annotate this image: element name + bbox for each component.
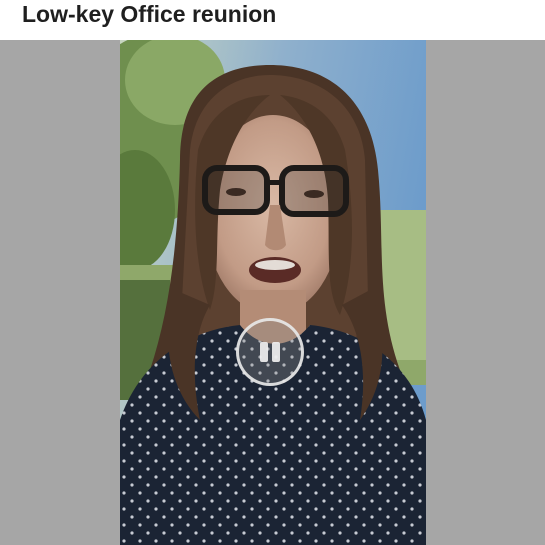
pause-icon bbox=[260, 342, 268, 362]
post-header: Low-key Office reunion bbox=[0, 0, 545, 38]
video-player[interactable] bbox=[0, 40, 545, 545]
pause-button[interactable] bbox=[236, 318, 304, 386]
video-frame[interactable] bbox=[120, 40, 426, 545]
video-thumbnail-image bbox=[120, 40, 426, 545]
post-page: Low-key Office reunion bbox=[0, 0, 545, 545]
post-title: Low-key Office reunion bbox=[22, 1, 277, 27]
pause-icon-bar bbox=[272, 342, 280, 362]
